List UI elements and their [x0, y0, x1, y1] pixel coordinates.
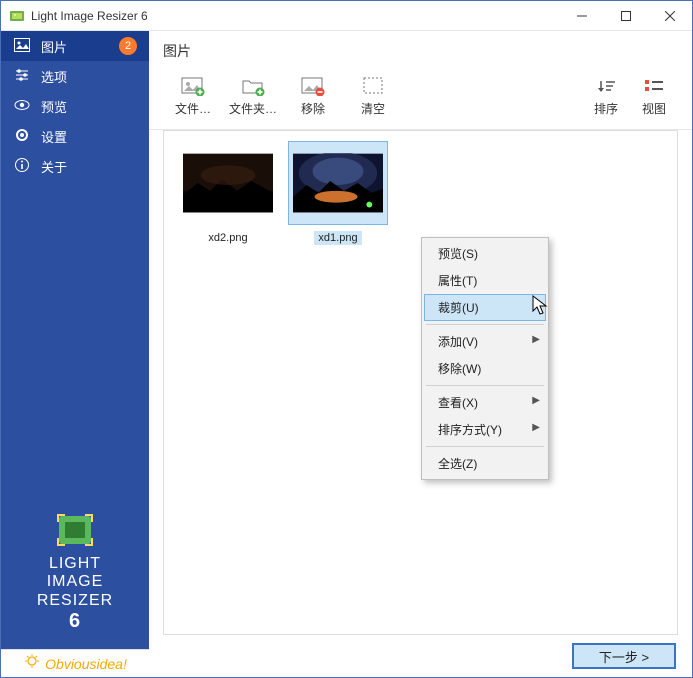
app-icon	[9, 8, 25, 24]
sidebar-item-label: 图片	[41, 37, 67, 56]
page-title: 图片	[149, 31, 692, 67]
tool-label: 清空	[361, 100, 385, 117]
window-title: Light Image Resizer 6	[31, 9, 560, 23]
logo-line3: RESIZER	[1, 592, 149, 610]
image-icon	[13, 38, 31, 55]
view-button[interactable]: 视图	[630, 73, 678, 119]
thumbnail-caption: xd1.png	[314, 231, 361, 245]
maximize-button[interactable]	[604, 1, 648, 31]
add-file-button[interactable]: 文件…	[163, 73, 223, 119]
sidebar-item-label: 设置	[41, 127, 67, 146]
menu-item-selectall[interactable]: 全选(Z)	[424, 450, 546, 477]
clear-button[interactable]: 清空	[343, 73, 403, 119]
tool-label: 排序	[594, 100, 618, 117]
next-button[interactable]: 下一步 >	[572, 643, 676, 669]
submenu-arrow-icon: ▶	[532, 334, 540, 345]
thumbnail-caption: xd2.png	[204, 231, 251, 245]
sidebar-item-options[interactable]: 选项	[1, 61, 149, 91]
menu-item-crop[interactable]: 裁剪(U)	[424, 294, 546, 321]
sidebar: 图片 2 选项 预览 设置 关于 LIGHT IMAGE RESIZER 6	[1, 31, 149, 677]
menu-separator	[426, 385, 544, 386]
logo-line1: LIGHT	[1, 555, 149, 573]
context-menu: 预览(S) 属性(T) 裁剪(U) 添加(V)▶ 移除(W) 查看(X)▶ 排序…	[421, 237, 549, 480]
sidebar-item-images[interactable]: 图片 2	[1, 31, 149, 61]
remove-button[interactable]: 移除	[283, 73, 343, 119]
thumbnail-item[interactable]: xd1.png	[288, 141, 388, 246]
sort-button[interactable]: 排序	[582, 73, 630, 119]
folder-add-icon	[240, 75, 266, 97]
toolbar: 文件… 文件夹… 移除 清空 排序	[149, 67, 692, 130]
sliders-icon	[13, 68, 31, 85]
clear-icon	[360, 75, 386, 97]
tool-label: 视图	[642, 100, 666, 117]
sidebar-item-label: 选项	[41, 67, 67, 86]
tool-label: 文件夹…	[229, 100, 277, 117]
thumbnail-item[interactable]: xd2.png	[178, 141, 278, 246]
view-icon	[641, 75, 667, 97]
menu-item-preview[interactable]: 预览(S)	[424, 240, 546, 267]
tool-label: 文件…	[175, 100, 211, 117]
eye-icon	[13, 98, 31, 115]
minimize-button[interactable]	[560, 1, 604, 31]
menu-item-remove[interactable]: 移除(W)	[424, 355, 546, 382]
bulb-icon	[23, 653, 41, 674]
badge-count: 2	[119, 37, 137, 55]
menu-item-sortby[interactable]: 排序方式(Y)▶	[424, 416, 546, 443]
sidebar-item-settings[interactable]: 设置	[1, 121, 149, 151]
info-icon	[13, 157, 31, 176]
menu-separator	[426, 446, 544, 447]
sort-icon	[593, 75, 619, 97]
sidebar-item-label: 预览	[41, 97, 67, 116]
logo-line2: IMAGE	[1, 573, 149, 591]
next-label: 下一步 >	[599, 647, 649, 666]
image-remove-icon	[300, 75, 326, 97]
menu-item-add[interactable]: 添加(V)▶	[424, 328, 546, 355]
file-add-icon	[180, 75, 206, 97]
sidebar-item-label: 关于	[41, 157, 67, 176]
brand-label: Obviousidea!	[45, 656, 127, 672]
brand-footer[interactable]: Obviousidea!	[1, 649, 149, 677]
titlebar: Light Image Resizer 6	[1, 1, 692, 31]
logo-line4: 6	[1, 610, 149, 633]
close-button[interactable]	[648, 1, 692, 31]
tool-label: 移除	[301, 100, 325, 117]
app-logo: LIGHT IMAGE RESIZER 6	[1, 500, 149, 649]
footer: 下一步 >	[149, 635, 692, 677]
submenu-arrow-icon: ▶	[532, 395, 540, 406]
sidebar-item-preview[interactable]: 预览	[1, 91, 149, 121]
menu-item-properties[interactable]: 属性(T)	[424, 267, 546, 294]
menu-item-view[interactable]: 查看(X)▶	[424, 389, 546, 416]
sidebar-item-about[interactable]: 关于	[1, 151, 149, 181]
gear-icon	[13, 127, 31, 146]
menu-separator	[426, 324, 544, 325]
add-folder-button[interactable]: 文件夹…	[223, 73, 283, 119]
submenu-arrow-icon: ▶	[532, 422, 540, 433]
